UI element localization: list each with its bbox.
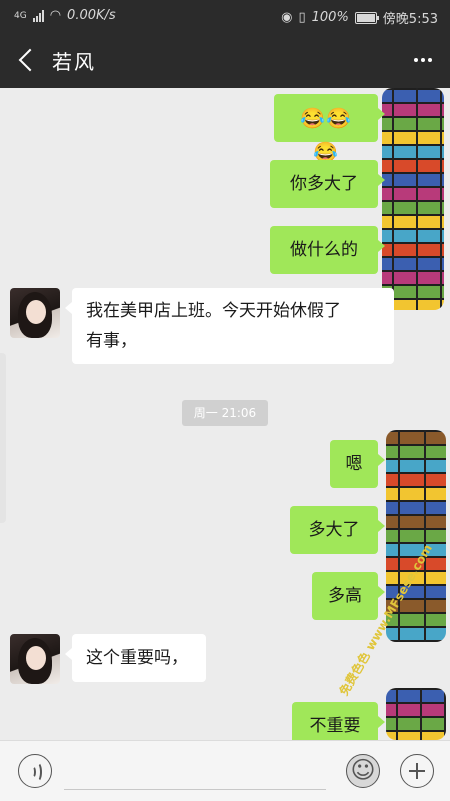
back-chevron-icon[interactable] bbox=[10, 40, 46, 80]
eye-icon: ◉ bbox=[281, 10, 293, 25]
edge-handle bbox=[0, 353, 6, 523]
message-text: 多高 bbox=[328, 586, 362, 606]
emoji-icon[interactable] bbox=[346, 754, 380, 788]
message-bubble-out[interactable]: 你多大了 bbox=[270, 160, 385, 208]
battery-percent: 100% bbox=[311, 10, 349, 25]
message-bubble-out[interactable]: 多大了 bbox=[290, 506, 385, 554]
message-text: 这个重要吗， bbox=[86, 648, 188, 668]
self-avatar-pixelated bbox=[386, 688, 446, 740]
laughing-emoji-icon: 😂😂😂 bbox=[300, 106, 352, 164]
network-type: 4G bbox=[14, 10, 27, 21]
message-bubble-out[interactable]: 做什么的 bbox=[270, 226, 385, 274]
message-text: 嗯 bbox=[345, 454, 363, 474]
self-avatar-pixelated bbox=[382, 88, 444, 310]
voice-icon[interactable] bbox=[18, 754, 52, 788]
signal-icon bbox=[32, 9, 44, 22]
more-dots-icon[interactable] bbox=[408, 48, 438, 72]
message-bubble-out[interactable]: 嗯 bbox=[330, 440, 385, 488]
wifi-icon: ◠ bbox=[49, 8, 62, 23]
network-speed: 0.00K/s bbox=[67, 8, 116, 23]
message-text: 有事， bbox=[86, 331, 137, 351]
message-bubble-out[interactable]: 多高 bbox=[312, 572, 385, 620]
message-text: 做什么的 bbox=[290, 240, 358, 260]
status-time: 傍晚5:53 bbox=[382, 12, 438, 27]
message-bubble-in[interactable]: 这个重要吗， bbox=[65, 634, 206, 682]
message-text: 我在美甲店上班。今天开始休假了 bbox=[86, 301, 341, 321]
input-bar bbox=[0, 740, 450, 801]
status-bar: 4G ◠ 0.00K/s ◉ ▯ 100% 傍晚5:53 bbox=[0, 0, 450, 32]
message-bubble-out[interactable]: 😂😂😂 bbox=[274, 94, 385, 164]
message-text: 多大了 bbox=[308, 520, 360, 540]
message-text: 你多大了 bbox=[290, 174, 358, 194]
plus-icon[interactable] bbox=[400, 754, 434, 788]
message-text: 不重要 bbox=[309, 716, 361, 736]
contact-name: 若风 bbox=[52, 50, 96, 74]
message-bubble-in[interactable]: 我在美甲店上班。今天开始休假了 有事， bbox=[65, 288, 394, 364]
battery-icon bbox=[354, 11, 379, 24]
contact-avatar[interactable] bbox=[10, 288, 60, 338]
chat-header: 若风 bbox=[0, 32, 450, 88]
vibrate-icon: ▯ bbox=[298, 10, 306, 25]
timestamp: 周一 21:06 bbox=[182, 400, 268, 426]
contact-avatar[interactable] bbox=[10, 634, 60, 684]
message-input[interactable] bbox=[64, 789, 326, 790]
